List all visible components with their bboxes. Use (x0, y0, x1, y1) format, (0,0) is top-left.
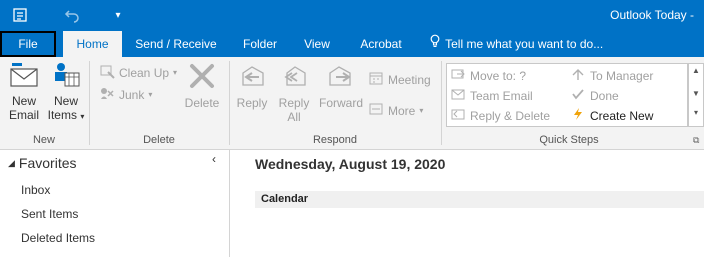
quick-step-team-email[interactable]: Team Email (451, 87, 533, 104)
scroll-down-icon[interactable]: ▼ (689, 89, 703, 98)
group-delete: Clean Up ▾ Junk ▾ Delete Delete (90, 57, 228, 149)
delete-button[interactable]: Delete (182, 61, 222, 110)
group-divider (441, 61, 442, 145)
minimize-pane-icon[interactable]: ‹ (212, 152, 216, 166)
quick-step-done[interactable]: Done (571, 87, 619, 104)
collapse-triangle-icon: ◢ (8, 157, 15, 168)
outlook-today-pane: Wednesday, August 19, 2020 Calendar (230, 150, 704, 257)
new-email-button[interactable]: New Email (6, 61, 42, 122)
chevron-down-icon: ▾ (80, 112, 85, 121)
new-items-icon (47, 61, 85, 92)
expand-gallery-icon[interactable]: ▾ (689, 108, 703, 117)
team-email-label: Team Email (470, 88, 533, 103)
forward-button[interactable]: Forward (316, 61, 366, 110)
move-to-icon (451, 67, 465, 84)
tell-me-text: Tell me what you want to do... (445, 37, 604, 51)
forward-label: Forward (318, 96, 363, 110)
reply-all-label-2: All (287, 110, 301, 124)
send-receive-icon[interactable] (10, 5, 30, 25)
favorites-title: Favorites (18, 155, 77, 171)
reply-button[interactable]: Reply (234, 61, 270, 110)
new-email-icon (6, 61, 42, 92)
to-manager-icon (571, 67, 585, 84)
calendar-label[interactable]: Calendar (261, 193, 308, 205)
today-date: Wednesday, August 19, 2020 (255, 156, 446, 172)
quick-step-to-manager[interactable]: To Manager (571, 67, 653, 84)
tab-send-receive[interactable]: Send / Receive (130, 31, 222, 57)
clean-up-icon (99, 63, 115, 82)
checkmark-icon (571, 87, 585, 104)
folder-inbox[interactable]: Inbox (21, 183, 50, 197)
reply-delete-icon (451, 107, 465, 124)
meeting-button[interactable]: Meeting (368, 70, 431, 89)
chevron-down-icon: ▾ (173, 68, 178, 77)
ribbon-tab-bar: File Home Send / Receive Folder View Acr… (0, 31, 704, 57)
done-label: Done (590, 88, 619, 103)
lightbulb-icon (430, 31, 442, 57)
title-bar: ▾ Outlook Today - (0, 0, 704, 31)
tab-folder[interactable]: Folder (236, 31, 284, 57)
reply-all-button[interactable]: Reply All (276, 61, 312, 124)
more-respond-button[interactable]: More ▾ (368, 101, 423, 120)
tab-acrobat[interactable]: Acrobat (352, 31, 410, 57)
more-icon (368, 101, 384, 120)
undo-icon[interactable] (62, 5, 82, 25)
reply-icon (234, 61, 270, 94)
junk-label: Junk (119, 87, 145, 102)
group-label-quick-steps: Quick Steps (539, 134, 599, 146)
reply-delete-label: Reply & Delete (470, 108, 551, 123)
clean-up-button[interactable]: Clean Up ▾ (99, 63, 177, 82)
group-label-respond: Respond (312, 134, 358, 146)
lightning-icon (571, 107, 585, 124)
new-items-button[interactable]: New Items ▾ (47, 61, 85, 122)
group-new: New Email New Items ▾ New (0, 57, 88, 149)
meeting-label: Meeting (388, 72, 431, 87)
meeting-calendar-icon (368, 70, 384, 89)
quick-step-reply-delete[interactable]: Reply & Delete (451, 107, 550, 124)
reply-all-label-1: Reply (278, 96, 310, 110)
chevron-down-icon: ▾ (148, 90, 153, 99)
to-manager-label: To Manager (590, 68, 654, 83)
quick-step-create-new[interactable]: Create New (571, 107, 653, 124)
group-label-delete: Delete (143, 134, 175, 146)
delete-x-icon (182, 61, 222, 94)
ribbon-home: New Email New Items ▾ New Clean Up ▾ Jun… (0, 57, 704, 150)
quick-steps-scroll[interactable]: ▲ ▼ ▾ (688, 63, 704, 127)
more-label: More (388, 103, 416, 118)
new-email-label-2: Email (8, 108, 39, 122)
new-items-label-2: Items (47, 108, 77, 122)
forward-icon (316, 61, 366, 94)
tab-file[interactable]: File (0, 31, 56, 57)
calendar-section-header: Calendar (255, 191, 704, 208)
reply-all-icon (276, 61, 312, 94)
quick-steps-gallery: Move to: ? Team Email Reply & Delete To … (446, 63, 688, 127)
folder-pane: ◢ Favorites ‹ Inbox Sent Items Deleted I… (0, 150, 230, 257)
dialog-launcher-icon[interactable]: ⧉ (693, 135, 699, 146)
junk-icon (99, 85, 115, 104)
folder-deleted-items[interactable]: Deleted Items (21, 231, 95, 245)
create-new-label: Create New (590, 108, 654, 123)
group-respond: Reply Reply All Forward Meeting More ▾ R… (230, 57, 440, 149)
folder-sent-items[interactable]: Sent Items (21, 207, 78, 221)
group-label-new: New (32, 134, 55, 146)
delete-label: Delete (184, 96, 220, 110)
clean-up-label: Clean Up (119, 65, 170, 80)
move-to-label: Move to: ? (470, 68, 527, 83)
team-email-icon (451, 87, 465, 104)
scroll-up-icon[interactable]: ▲ (689, 66, 703, 75)
window-title: Outlook Today - (610, 8, 694, 22)
tab-view[interactable]: View (296, 31, 338, 57)
new-items-label-1: New (53, 94, 78, 108)
new-email-label-1: New (11, 94, 36, 108)
reply-label: Reply (236, 96, 268, 110)
tab-home[interactable]: Home (63, 31, 122, 57)
chevron-down-icon: ▾ (419, 106, 424, 115)
tell-me-search[interactable]: Tell me what you want to do... (430, 31, 603, 57)
junk-button[interactable]: Junk ▾ (99, 85, 152, 104)
favorites-header[interactable]: ◢ Favorites (8, 155, 77, 171)
quick-step-move-to[interactable]: Move to: ? (451, 67, 526, 84)
customize-qat-icon[interactable]: ▾ (110, 5, 126, 25)
